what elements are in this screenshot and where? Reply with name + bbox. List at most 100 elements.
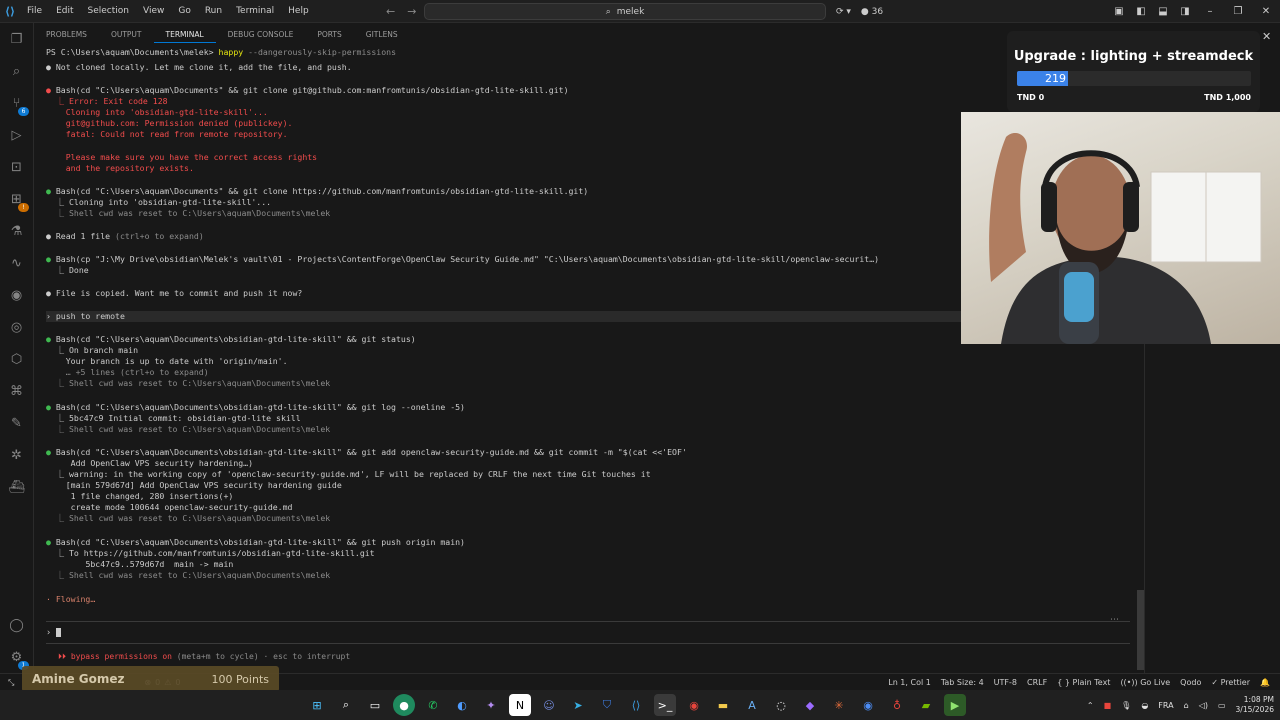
app-icon-red[interactable]: ♁ [886, 694, 908, 716]
app-icon-play[interactable]: ▶ [944, 694, 966, 716]
remote-explorer-icon[interactable]: ⊡ [8, 159, 25, 176]
openai-icon[interactable]: ✲ [8, 447, 25, 464]
app-icon-a[interactable]: A [741, 694, 763, 716]
terminal-line: ⎿ Shell cwd was reset to C:\Users\aquam\… [46, 378, 331, 388]
menu-go[interactable]: Go [171, 0, 197, 23]
explorer-icon[interactable]: ❐ [8, 31, 25, 48]
notification-indicator[interactable]: ● 36 [861, 7, 883, 17]
toggle-panel-icon[interactable]: ⬓ [1152, 6, 1174, 17]
tab-debug-console[interactable]: DEBUG CONSOLE [216, 27, 306, 43]
testing-icon[interactable]: ⚗ [8, 223, 25, 240]
docker-icon[interactable]: ⛴ [8, 479, 25, 496]
microphone-icon[interactable]: 🎙 [1121, 701, 1131, 710]
terminal-line: ⎿ Error: Exit code 128 [46, 96, 168, 106]
end-of-line[interactable]: CRLF [1027, 678, 1047, 687]
tab-output[interactable]: OUTPUT [99, 27, 154, 43]
terminal-line: ⎿ Cloning into 'obsidian-gtd-lite-skill'… [46, 197, 272, 207]
expand-hint: (ctrl+o to expand) [115, 231, 204, 241]
chrome-icon[interactable]: ◉ [683, 694, 705, 716]
menu-terminal[interactable]: Terminal [229, 0, 281, 23]
input-prompt[interactable]: › [46, 628, 62, 638]
tray-chevron-up-icon[interactable]: ⌃ [1087, 701, 1094, 710]
vscode-logo-icon[interactable]: ⟨⟩ [0, 0, 20, 23]
battery-icon[interactable]: ▭ [1218, 701, 1226, 710]
windows-start-icon[interactable]: ⊞ [306, 694, 328, 716]
settings-gear-icon[interactable]: ⚙1 [8, 649, 29, 670]
tab-size[interactable]: Tab Size: 4 [941, 678, 984, 687]
app-icon-shield[interactable]: ⛉ [596, 694, 618, 716]
app-icon-green[interactable]: ● [393, 694, 415, 716]
copilot-icon[interactable]: ⟳ ▾ [836, 7, 851, 17]
notion-icon[interactable]: N [509, 694, 531, 716]
terminal-line: Add OpenClaw VPS security hardening…) [46, 458, 253, 468]
app-icon-circle[interactable]: ◌ [770, 694, 792, 716]
extensions-icon[interactable]: ⊞! [8, 191, 29, 212]
tab-gitlens[interactable]: GITLENS [354, 27, 410, 43]
app-icon-purple[interactable]: ✦ [480, 694, 502, 716]
input-language[interactable]: FRA [1158, 701, 1173, 710]
app-icon-violet[interactable]: ◆ [799, 694, 821, 716]
vscode-taskbar-icon[interactable]: ⟨⟩ [625, 694, 647, 716]
tools-icon[interactable]: ✎ [8, 415, 25, 432]
gitlens-inspect-icon[interactable]: ◎ [8, 319, 25, 336]
viewer-name: Amine Gomez [32, 672, 125, 686]
command-center-search[interactable]: ⌕ melek [424, 3, 826, 20]
package-icon[interactable]: ⬡ [8, 351, 25, 368]
menu-help[interactable]: Help [281, 0, 316, 23]
tray-app2-icon[interactable]: ◒ [1141, 701, 1148, 710]
volume-icon[interactable]: ◁) [1199, 701, 1208, 710]
gitlens-icon[interactable]: ◉ [8, 287, 25, 304]
clock-date: 3/15/2026 [1235, 705, 1274, 714]
tab-problems[interactable]: PROBLEMS [34, 27, 99, 43]
file-encoding[interactable]: UTF-8 [994, 678, 1017, 687]
go-live-button[interactable]: ((•)) Go Live [1120, 678, 1170, 687]
network-icon[interactable]: ⌂ [1184, 701, 1189, 710]
menu-file[interactable]: File [20, 0, 49, 23]
menu-selection[interactable]: Selection [81, 0, 136, 23]
whatsapp-icon[interactable]: ✆ [422, 694, 444, 716]
tab-terminal[interactable]: TERMINAL [153, 27, 216, 43]
forward-arrow-icon[interactable]: → [407, 5, 416, 18]
titlebar-right: ⟳ ▾ ● 36 [836, 0, 883, 23]
tab-ports[interactable]: PORTS [305, 27, 353, 43]
bell-icon[interactable]: 🔔 [1260, 678, 1270, 687]
tray-app-icon[interactable]: ■ [1104, 701, 1112, 710]
close-window-icon[interactable]: ✕ [1252, 6, 1280, 17]
terminal-scrollbar[interactable] [1137, 590, 1144, 670]
n8n-icon[interactable]: ∿ [8, 255, 25, 272]
python-icon[interactable]: ⌘ [8, 383, 25, 400]
remote-icon[interactable]: ⤡ [8, 678, 14, 688]
broadcast-icon: ((•)) [1120, 678, 1141, 687]
run-debug-icon[interactable]: ▷ [8, 127, 25, 144]
source-control-icon[interactable]: ⑂ 6 [8, 95, 29, 116]
claude-icon[interactable]: ✳ [828, 694, 850, 716]
layout-icon[interactable]: ▣ [1108, 6, 1130, 17]
cursor-position[interactable]: Ln 1, Col 1 [888, 678, 931, 687]
close-panel-icon[interactable]: ✕ [1262, 30, 1271, 43]
nvidia-icon[interactable]: ▰ [915, 694, 937, 716]
minimize-icon[interactable]: – [1196, 6, 1224, 17]
system-clock[interactable]: 1:08 PM 3/15/2026 [1236, 695, 1274, 715]
language-mode[interactable]: { } Plain Text [1057, 678, 1110, 687]
qodo-button[interactable]: Qodo [1180, 678, 1201, 687]
toggle-secondary-sidebar-icon[interactable]: ◨ [1174, 6, 1196, 17]
back-arrow-icon[interactable]: ← [386, 5, 395, 18]
taskbar-search-icon[interactable]: ⌕ [335, 694, 357, 716]
discord-icon[interactable]: ☺ [538, 694, 560, 716]
search-sidebar-icon[interactable]: ⌕ [8, 63, 25, 80]
toggle-sidebar-icon[interactable]: ◧ [1130, 6, 1152, 17]
telegram-icon[interactable]: ➤ [567, 694, 589, 716]
file-explorer-icon[interactable]: ▬ [712, 694, 734, 716]
more-icon[interactable]: ⋯ [1110, 615, 1119, 625]
menu-run[interactable]: Run [198, 0, 229, 23]
terminal-taskbar-icon[interactable]: >_ [654, 694, 676, 716]
chrome-alt-icon[interactable]: ◉ [857, 694, 879, 716]
task-view-icon[interactable]: ▭ [364, 694, 386, 716]
account-icon[interactable]: ◯ [8, 617, 25, 634]
error-text: git@github.com: Permission denied (publi… [65, 118, 293, 128]
prettier-button[interactable]: ✓ Prettier [1211, 678, 1250, 687]
maximize-icon[interactable]: ❐ [1224, 6, 1252, 17]
menu-edit[interactable]: Edit [49, 0, 80, 23]
app-icon-blue[interactable]: ◐ [451, 694, 473, 716]
menu-view[interactable]: View [136, 0, 171, 23]
